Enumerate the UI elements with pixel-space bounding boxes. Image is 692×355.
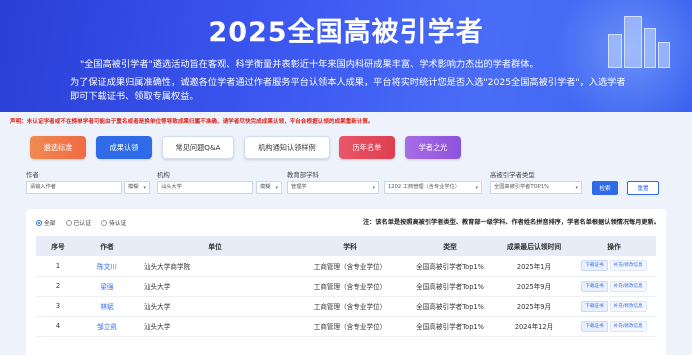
history-list-button-label: 历年名单 (352, 142, 382, 152)
subdiscipline-value: 1202 工商管理（含专业学位） (388, 184, 460, 190)
history-list-button[interactable]: 历年名单 (339, 136, 395, 159)
author-link[interactable]: 梁强 (100, 283, 113, 291)
banner: 2025全国高被引学者 "全国高被引学者"遴选活动旨在客观、科学衡量并表彰近十年… (0, 0, 692, 112)
claim-results-button[interactable]: 成果认领 (96, 136, 152, 159)
discipline-filter-label: 教育部学科 (287, 171, 319, 179)
cell-type: 全国高被引学者Top1% (416, 303, 484, 311)
radio-verified[interactable]: 已认证 (65, 218, 92, 227)
status-radio-group: 全部 已认证 待认证 (36, 218, 126, 227)
chevron-down-icon: ▾ (275, 185, 278, 191)
header-discipline: 学科 (343, 243, 357, 251)
cell-no: 4 (55, 322, 61, 330)
cell-type: 全国高被引学者Top1% (416, 323, 484, 331)
author-match-value: 模糊 (128, 184, 139, 190)
cell-discipline: 工商管理（含专业学位） (313, 283, 387, 291)
author-link[interactable]: 邹立凯 (97, 323, 117, 331)
org-input[interactable]: 汕头大学 (157, 181, 253, 194)
cell-discipline: 工商管理（含专业学位） (313, 323, 387, 331)
cell-org: 汕头大学 (144, 323, 171, 331)
type-filter-label: 高被引学者类型 (490, 171, 535, 179)
page-title: 2025全国高被引学者 (208, 17, 484, 48)
org-match-select[interactable]: 模糊 ▾ (256, 181, 282, 194)
download-certificate-button[interactable]: 下载证书 (581, 280, 608, 292)
type-value: 全国高被引学者TOP1% (494, 184, 549, 190)
table-row: 3 林斌 汕头大学 工商管理（含专业学位） 全国高被引学者Top1% 2025年… (36, 296, 656, 316)
criteria-button-label: 遴选标准 (43, 142, 73, 152)
criteria-button[interactable]: 遴选标准 (30, 136, 86, 159)
scholar-table: 序号 作者 单位 学科 类型 成果最后认领时间 操作 1 陈文川 汕头大学商学院… (36, 236, 656, 337)
table-row: 4 邹立凯 汕头大学 工商管理（含专业学位） 全国高被引学者Top1% 2024… (36, 316, 656, 336)
claim-results-button-label: 成果认领 (109, 142, 139, 152)
edit-info-button[interactable]: 补充/修改信息 (609, 300, 647, 312)
cell-time: 2025年9月 (516, 303, 552, 311)
radio-pending[interactable]: 待认证 (101, 218, 126, 227)
table-header-row: 序号 作者 单位 学科 类型 成果最后认领时间 操作 (36, 236, 656, 256)
cell-no: 1 (55, 261, 61, 270)
type-select[interactable]: 全国高被引学者TOP1% ▾ (490, 181, 582, 194)
header-time: 成果最后认领时间 (506, 243, 562, 251)
author-link[interactable]: 林斌 (100, 303, 113, 311)
radio-checked-icon (36, 219, 42, 226)
edit-info-button[interactable]: 补充/修改信息 (609, 260, 647, 272)
download-certificate-button[interactable]: 下载证书 (581, 300, 608, 312)
author-input[interactable]: 请输入作者 (26, 181, 122, 194)
cell-discipline: 工商管理（含专业学位） (313, 262, 387, 271)
cell-no: 2 (55, 282, 61, 290)
discipline-select[interactable]: 管理学 ▾ (287, 181, 379, 194)
results-panel: 全部 已认证 待认证 注：该名单是按照高被引学者类型、教育部一级学科、作者姓名拼… (26, 209, 666, 355)
header-no: 序号 (51, 243, 65, 251)
header-org: 单位 (208, 243, 222, 251)
search-button[interactable]: 检索 (592, 181, 618, 195)
cell-discipline: 工商管理（含专业学位） (313, 303, 387, 311)
banner-description-2: 为了保证成果归属准确性，诚邀各位学者通过作者服务平台认领本人成果，平台将实时统计… (70, 77, 626, 102)
org-notice-button-label: 机构通知认领样例 (258, 142, 316, 152)
cell-org: 汕头大学 (144, 283, 171, 291)
radio-unchecked-icon (65, 219, 72, 226)
header-actions: 操作 (607, 243, 621, 251)
table-row: 2 梁强 汕头大学 工商管理（含专业学位） 全国高被引学者Top1% 2025年… (36, 276, 656, 296)
org-filter-label: 机构 (157, 171, 170, 179)
statement-notice: 声明：未认证学者或不在榜单学者可能由于重名或者是换单位等导致成果归属不准确，请学… (10, 119, 374, 125)
faq-button[interactable]: 常见问题Q&A (162, 136, 234, 159)
header-type: 类型 (443, 243, 457, 251)
discipline-value: 管理学 (291, 184, 307, 190)
scholar-light-button[interactable]: 学者之光 (405, 136, 461, 159)
author-filter-label: 作者 (26, 171, 39, 179)
cell-time: 2025年9月 (516, 283, 552, 291)
cell-time: 2024年12月 (514, 323, 554, 331)
radio-all[interactable]: 全部 (36, 218, 56, 227)
radio-all-label: 全部 (44, 221, 56, 227)
radio-verified-label: 已认证 (73, 221, 92, 227)
reset-button[interactable]: 重置 (627, 181, 659, 195)
org-notice-button[interactable]: 机构通知认领样例 (244, 136, 330, 159)
subdiscipline-select[interactable]: 1202 工商管理（含专业学位） ▾ (384, 181, 482, 194)
edit-info-button[interactable]: 补充/修改信息 (609, 320, 647, 332)
header-author: 作者 (100, 243, 114, 251)
author-match-select[interactable]: 模糊 ▾ (124, 181, 150, 194)
cell-org: 汕头大学商学院 (144, 262, 191, 271)
chevron-down-icon: ▾ (575, 185, 578, 191)
cell-type: 全国高被引学者Top1% (416, 283, 484, 291)
download-certificate-button[interactable]: 下载证书 (581, 260, 608, 272)
chevron-down-icon: ▾ (143, 185, 146, 191)
banner-description: "全国高被引学者"遴选活动旨在客观、科学衡量并表彰近十年来国内科研成果丰富、学术… (80, 59, 539, 70)
cell-type: 全国高被引学者Top1% (416, 262, 484, 271)
edit-info-button[interactable]: 补充/修改信息 (609, 280, 647, 292)
radio-pending-label: 待认证 (109, 221, 127, 227)
radio-unchecked-icon (101, 219, 108, 226)
author-link[interactable]: 陈文川 (97, 263, 117, 271)
scholar-light-button-label: 学者之光 (418, 142, 448, 152)
cell-time: 2025年1月 (516, 262, 552, 271)
table-row: 1 陈文川 汕头大学商学院 工商管理（含专业学位） 全国高被引学者Top1% 2… (36, 256, 656, 276)
chevron-down-icon: ▾ (372, 185, 375, 191)
list-note: 注：该名单是按照高被引学者类型、教育部一级学科、作者姓名拼音排序，学者名单根据认… (363, 219, 660, 226)
faq-button-label: 常见问题Q&A (175, 142, 221, 152)
cell-org: 汕头大学 (144, 303, 171, 311)
cell-no: 3 (55, 302, 61, 310)
chevron-down-icon: ▾ (475, 185, 478, 191)
download-certificate-button[interactable]: 下载证书 (581, 320, 608, 332)
org-match-value: 模糊 (260, 184, 271, 190)
